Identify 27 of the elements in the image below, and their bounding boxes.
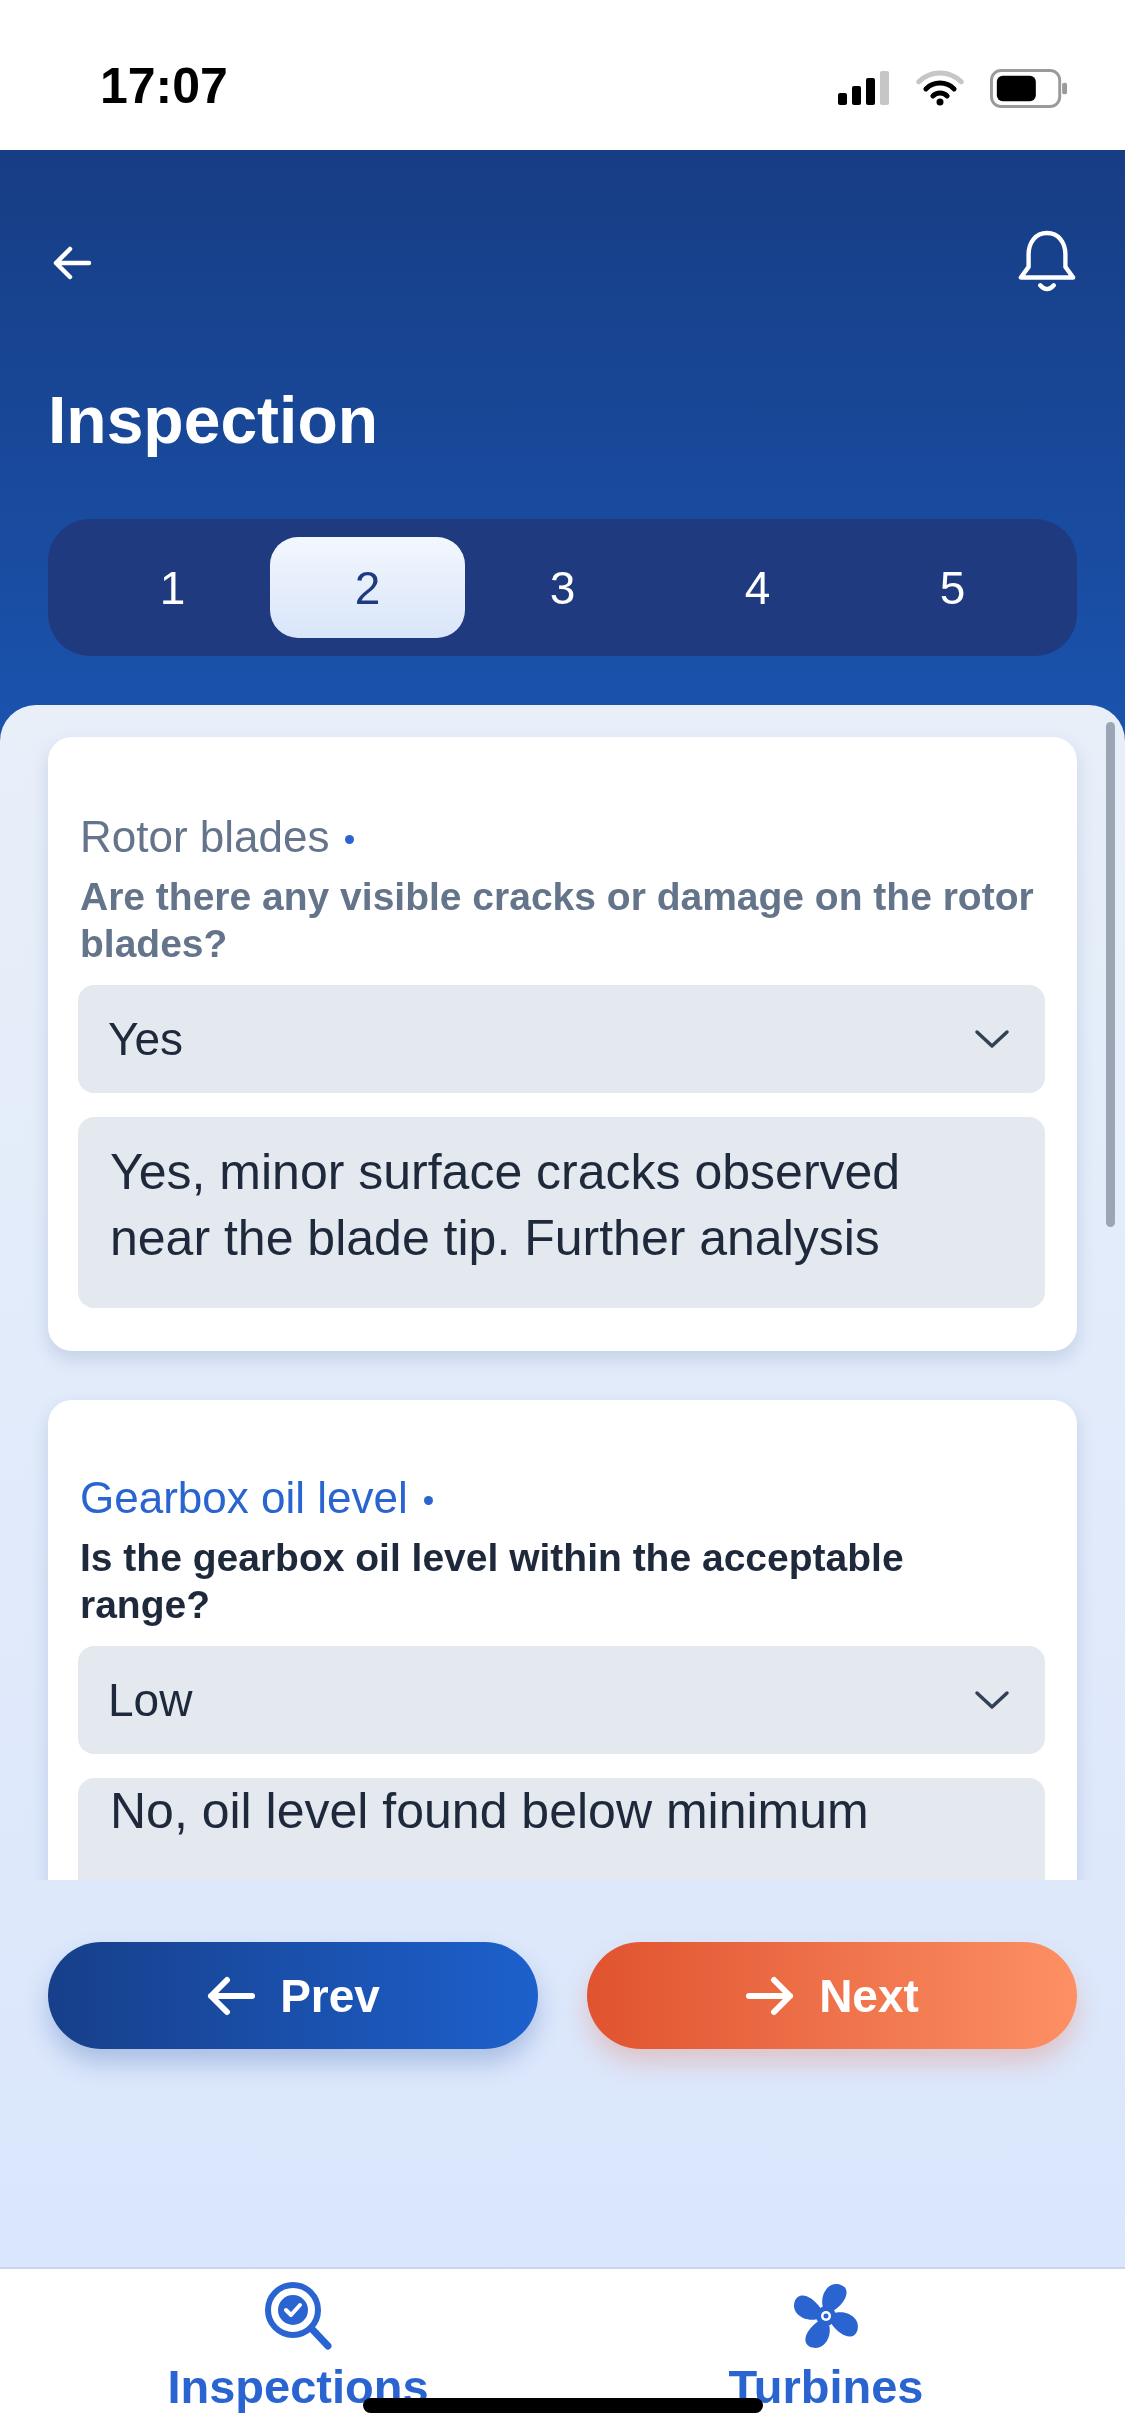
step-tab[interactable]: 1	[75, 537, 270, 638]
wifi-icon	[916, 70, 964, 106]
tab-bar-item[interactable]: Inspections	[167, 2280, 429, 2415]
signal-icon	[838, 71, 890, 105]
magnifier-check-icon	[263, 2280, 333, 2352]
answer-dropdown[interactable]: Yes	[78, 985, 1045, 1093]
step-tab[interactable]: 3	[465, 537, 660, 638]
question-text: Is the gearbox oil level within the acceptable range?	[80, 1535, 905, 1628]
tab-bar-item[interactable]: Turbines	[728, 2280, 924, 2415]
step-tab[interactable]: 5	[855, 537, 1050, 638]
arrow-right-icon	[745, 1975, 796, 2016]
notes-field[interactable]: Yes, minor surface cracks observed near the blade tip. Further analysis	[78, 1117, 1045, 1308]
question-text: Are there any visible cracks or damage on the rotor blades?	[80, 874, 1035, 967]
step-tab[interactable]: 4	[660, 537, 855, 638]
step-tab[interactable]: 2	[270, 537, 465, 638]
question-title: Gearbox oil level	[80, 1475, 408, 1521]
previous-button[interactable]: Prev	[48, 1942, 538, 2049]
arrow-left-icon	[206, 1975, 257, 2016]
notes-field[interactable]: No, oil level found below minimum	[78, 1778, 1045, 1880]
chevron-down-icon	[974, 1029, 1010, 1049]
status-time: 17:07	[100, 57, 228, 116]
battery-icon	[990, 68, 1068, 108]
question-title: Rotor blades	[80, 814, 330, 860]
back-arrow-icon[interactable]	[52, 246, 92, 280]
answer-dropdown[interactable]: Low	[78, 1646, 1045, 1754]
chevron-down-icon	[974, 1690, 1010, 1710]
page-title: Inspection	[48, 382, 379, 458]
